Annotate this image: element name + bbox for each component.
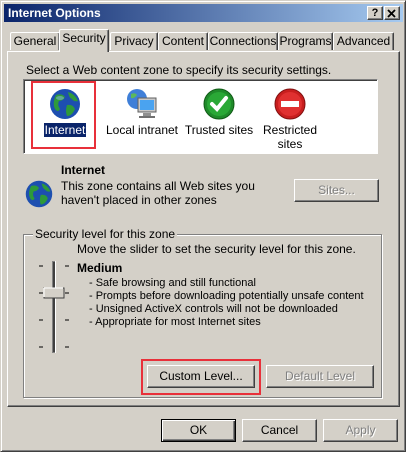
- zone-label: Trusted sites: [184, 123, 254, 137]
- tab-programs[interactable]: Programs: [278, 32, 333, 50]
- zone-label: Local intranet: [105, 123, 179, 137]
- tab-content[interactable]: Content: [158, 32, 208, 50]
- zone-trusted-sites[interactable]: Trusted sites: [184, 82, 254, 137]
- zone-label: Restricted: [262, 123, 318, 137]
- ok-button-label: OK: [189, 423, 208, 437]
- apply-button[interactable]: Apply: [323, 419, 398, 442]
- red-stop-icon: [274, 88, 306, 120]
- level-bullet-4: - Appropriate for most Internet sites: [89, 316, 261, 328]
- tab-label: Security: [62, 31, 106, 45]
- level-bullet-1: - Safe browsing and still functional: [89, 277, 256, 289]
- ok-button[interactable]: OK: [161, 419, 236, 442]
- security-level-slider[interactable]: [35, 259, 75, 357]
- cancel-button-label: Cancel: [260, 423, 299, 437]
- slider-track-graphic: [39, 261, 69, 353]
- tab-security[interactable]: Security: [59, 29, 109, 52]
- help-button[interactable]: ?: [367, 6, 383, 20]
- slider-instruction: Move the slider to set the security leve…: [77, 242, 356, 256]
- sites-button[interactable]: Sites...: [294, 179, 379, 202]
- zone-restricted-sites[interactable]: Restricted sites: [256, 82, 324, 151]
- level-bullet-2: - Prompts before downloading potentially…: [89, 290, 364, 302]
- close-button[interactable]: [384, 6, 400, 20]
- apply-button-label: Apply: [345, 423, 376, 437]
- selected-zone-name: Internet: [61, 163, 106, 177]
- tab-label: Programs: [279, 34, 332, 48]
- zone-local-intranet[interactable]: Local intranet: [102, 82, 182, 137]
- tab-connections[interactable]: Connections: [208, 32, 278, 50]
- tab-advanced[interactable]: Advanced: [333, 32, 394, 50]
- title-bar[interactable]: Internet Options ?: [4, 4, 403, 22]
- globe-icon: [25, 180, 53, 208]
- intranet-monitor-icon: [127, 89, 157, 118]
- tab-label: Advanced: [336, 34, 391, 48]
- default-level-button-label: Default Level: [284, 369, 356, 383]
- zone-instruction: Select a Web content zone to specify its…: [26, 63, 332, 77]
- tab-label: Privacy: [114, 34, 154, 48]
- window-title: Internet Options: [8, 6, 101, 20]
- tab-privacy[interactable]: Privacy: [110, 32, 158, 50]
- tab-label: General: [13, 34, 57, 48]
- default-level-button[interactable]: Default Level: [266, 365, 374, 388]
- close-icon: [387, 9, 396, 18]
- security-level-name: Medium: [77, 261, 123, 275]
- internet-zone-highlight: [31, 81, 96, 149]
- selected-zone-description-line2: haven't placed in other zones: [61, 193, 217, 207]
- zone-label: sites: [277, 137, 303, 151]
- selected-zone-description-line1: This zone contains all Web sites you: [61, 179, 255, 193]
- level-bullet-3: - Unsigned ActiveX controls will not be …: [89, 303, 338, 315]
- tab-general[interactable]: General: [10, 32, 60, 50]
- tab-label: Connections: [209, 34, 277, 48]
- security-level-group-title: Security level for this zone: [33, 227, 178, 241]
- internet-options-dialog: Internet Options ? General Security Priv…: [0, 0, 406, 452]
- cancel-button[interactable]: Cancel: [242, 419, 317, 442]
- sites-button-label: Sites...: [318, 183, 355, 197]
- tab-label: Content: [161, 34, 205, 48]
- green-check-icon: [203, 88, 235, 120]
- custom-level-highlight: [141, 359, 261, 395]
